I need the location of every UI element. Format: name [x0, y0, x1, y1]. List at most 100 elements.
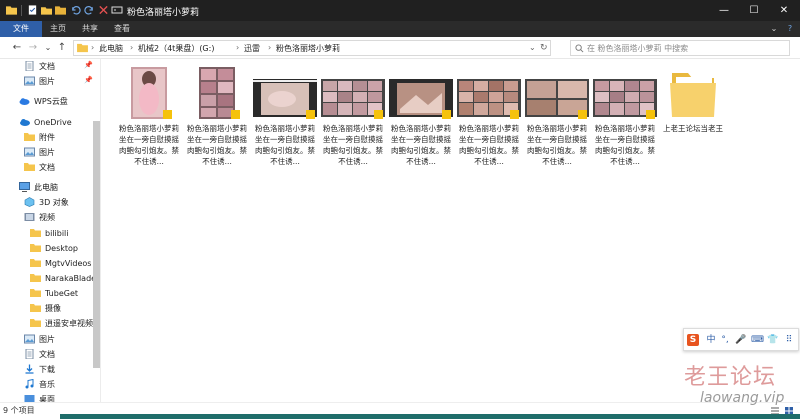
folder-icon	[30, 274, 41, 282]
breadcrumb-this-pc[interactable]: 此电脑	[99, 43, 123, 54]
forward-button[interactable]: →	[26, 41, 40, 55]
ribbon-expand-icon[interactable]: ⌄	[766, 21, 782, 37]
pin-icon[interactable]: 📌	[84, 76, 93, 84]
sogou-logo-icon[interactable]: S	[687, 334, 699, 346]
search-input[interactable]: 在 粉色洛丽塔小萝莉 中搜索	[570, 40, 790, 56]
refresh-icon[interactable]: ↻	[540, 43, 548, 53]
file-item[interactable]: 粉色洛丽塔小萝莉坐在一旁自慰摸摇肉鲍勾引炮友。禁不住诱...	[116, 61, 182, 181]
document-icon	[25, 349, 34, 359]
up-button[interactable]: ↑	[55, 41, 69, 55]
pin-icon[interactable]: 📌	[84, 61, 93, 69]
nav-item-bilibili[interactable]: bilibili	[30, 226, 69, 240]
redo-icon[interactable]	[84, 4, 95, 16]
skin-icon[interactable]: 👕	[767, 334, 779, 346]
address-row: ← → ⌄ ↑ › 此电脑 › 机械2（4t果盘）(G:) › 迅雷 › 粉色洛…	[0, 37, 800, 59]
item-count: 9 个项目	[3, 406, 35, 415]
tab-share[interactable]: 共享	[74, 21, 106, 37]
properties-icon[interactable]	[27, 4, 38, 16]
computer-icon	[19, 182, 30, 192]
new-folder-icon[interactable]	[41, 4, 52, 16]
folder-icon	[30, 259, 41, 267]
nav-item-desktop-folder[interactable]: Desktop	[30, 241, 78, 255]
file-item[interactable]: 粉色洛丽塔小萝莉坐在一旁自慰摸摇肉鲍勾引炮友。禁不住诱...	[524, 61, 590, 181]
breadcrumb-current-folder[interactable]: 粉色洛丽塔小萝莉	[276, 43, 340, 54]
tab-home[interactable]: 主页	[42, 21, 74, 37]
ime-mode-button[interactable]: 中	[705, 334, 717, 346]
cloud-icon	[19, 98, 30, 105]
nav-item-onedrive-attachments[interactable]: 附件	[24, 130, 55, 144]
nav-item-pictures[interactable]: 图片	[24, 74, 55, 88]
address-dropdown-icon[interactable]: ⌄	[529, 43, 536, 52]
navigation-pane: 文档 📌 图片 📌 WPS云盘 OneDrive 附件 图片 文档 此电脑 3D…	[0, 59, 100, 402]
image-thumbnail	[131, 67, 172, 119]
delete-icon[interactable]	[98, 4, 109, 16]
folder-icon[interactable]	[55, 4, 66, 16]
search-placeholder: 在 粉色洛丽塔小萝莉 中搜索	[587, 44, 689, 53]
pictures-icon	[24, 76, 35, 86]
nav-item-label: 图片	[39, 76, 55, 86]
keyboard-icon[interactable]: ⌨	[751, 334, 764, 346]
nav-item-label: 图片	[39, 334, 55, 344]
pictures-icon	[24, 147, 35, 157]
folder-icon	[24, 163, 35, 171]
nav-item-naraka[interactable]: NarakaBlade	[30, 271, 96, 285]
nav-item-camera[interactable]: 摄像	[30, 301, 61, 315]
minimize-button[interactable]: —	[709, 0, 739, 21]
nav-item-onedrive-documents[interactable]: 文档	[24, 160, 55, 174]
nav-item-android-videos[interactable]: 逍遥安卓视频	[30, 316, 93, 330]
nav-item-label: 文档	[39, 61, 55, 71]
breadcrumb-separator[interactable]: ›	[236, 43, 239, 52]
nav-item-this-pc[interactable]: 此电脑	[19, 180, 58, 194]
tab-view[interactable]: 查看	[106, 21, 138, 37]
tab-file[interactable]: 文件	[0, 21, 42, 37]
folder-icon	[670, 73, 716, 117]
close-button[interactable]: ✕	[769, 0, 799, 21]
image-thumbnail	[525, 79, 589, 119]
punctuation-icon[interactable]: °,	[719, 334, 731, 346]
toolbox-icon[interactable]: ⠿	[783, 334, 795, 346]
folder-icon	[30, 304, 41, 312]
breadcrumb-drive[interactable]: 机械2（4t果盘）(G:)	[138, 43, 214, 54]
folder-icon	[30, 229, 41, 237]
breadcrumb-separator[interactable]: ›	[130, 43, 133, 52]
file-item[interactable]: 粉色洛丽塔小萝莉坐在一旁自慰摸摇肉鲍勾引炮友。禁不住诱...	[592, 61, 658, 181]
nav-item-documents-pc[interactable]: 文档	[24, 347, 55, 361]
folder-item[interactable]: 上老王论坛当老王	[660, 61, 726, 181]
nav-item-pictures-pc[interactable]: 图片	[24, 332, 55, 346]
nav-item-label: 附件	[39, 132, 55, 142]
nav-scrollbar[interactable]	[93, 121, 100, 368]
nav-item-label: 文档	[39, 349, 55, 359]
rename-icon[interactable]	[111, 4, 124, 16]
breadcrumb-separator[interactable]: ›	[268, 43, 271, 52]
nav-item-videos[interactable]: 视频	[24, 210, 55, 224]
nav-item-documents[interactable]: 文档	[24, 59, 55, 73]
image-thumbnail	[593, 79, 657, 119]
nav-item-music[interactable]: 音乐	[24, 377, 55, 391]
file-item[interactable]: 粉色洛丽塔小萝莉坐在一旁自慰摸摇肉鲍勾引炮友。禁不住诱...	[184, 61, 250, 181]
back-button[interactable]: ←	[10, 41, 24, 55]
nav-item-tubeget[interactable]: TubeGet	[30, 286, 78, 300]
microphone-icon[interactable]: 🎤	[735, 334, 747, 346]
nav-item-onedrive-pictures[interactable]: 图片	[24, 145, 55, 159]
address-bar[interactable]: › 此电脑 › 机械2（4t果盘）(G:) › 迅雷 › 粉色洛丽塔小萝莉 ⌄ …	[73, 40, 551, 56]
nav-item-label: 桌面	[39, 394, 55, 403]
nav-item-3d-objects[interactable]: 3D 对象	[24, 195, 69, 209]
undo-icon[interactable]	[70, 4, 81, 16]
nav-item-mgtv[interactable]: MgtvVideos	[30, 256, 91, 270]
folder-icon	[77, 43, 88, 53]
maximize-button[interactable]: ☐	[739, 0, 769, 21]
nav-item-onedrive[interactable]: OneDrive	[19, 115, 72, 129]
nav-item-label: 3D 对象	[39, 197, 69, 207]
file-item[interactable]: 粉色洛丽塔小萝莉坐在一旁自慰摸摇肉鲍勾引炮友。禁不住诱...	[456, 61, 522, 181]
file-item[interactable]: 粉色洛丽塔小萝莉坐在一旁自慰摸摇肉鲍勾引炮友。禁不住诱...	[320, 61, 386, 181]
recent-locations-button[interactable]: ⌄	[41, 41, 55, 55]
breadcrumb-xunlei[interactable]: 迅雷	[244, 43, 260, 54]
nav-item-downloads[interactable]: 下载	[24, 362, 55, 376]
file-item[interactable]: 粉色洛丽塔小萝莉坐在一旁自慰摸摇肉鲍勾引炮友。禁不住诱...	[388, 61, 454, 181]
help-icon[interactable]: ?	[782, 21, 798, 37]
nav-item-desktop[interactable]: 桌面	[24, 392, 55, 402]
nav-item-wps-cloud[interactable]: WPS云盘	[19, 94, 68, 108]
file-item[interactable]: 粉色洛丽塔小萝莉坐在一旁自慰摸摇肉鲍勾引炮友。禁不住诱...	[252, 61, 318, 181]
nav-item-label: OneDrive	[34, 117, 72, 127]
breadcrumb-separator[interactable]: ›	[91, 43, 94, 52]
